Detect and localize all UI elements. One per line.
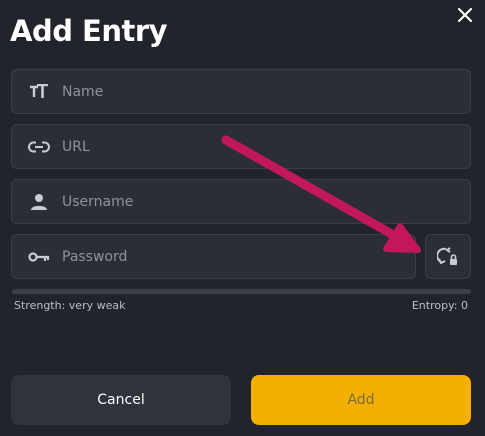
password-generate-icon (437, 246, 457, 265)
dialog-title: Add Entry (10, 14, 168, 48)
name-field[interactable] (11, 69, 471, 114)
text-format-icon (28, 81, 50, 103)
username-field[interactable] (11, 179, 471, 224)
close-button[interactable] (455, 5, 475, 25)
url-input[interactable] (62, 125, 470, 168)
url-field[interactable] (11, 124, 471, 169)
person-icon (28, 191, 50, 213)
key-icon (28, 246, 50, 268)
password-input[interactable] (62, 235, 415, 278)
username-input[interactable] (62, 180, 470, 223)
add-button[interactable]: Add (251, 375, 471, 425)
close-icon (457, 7, 473, 23)
entropy-label: Entropy: 0 (411, 299, 468, 312)
strength-meter (12, 289, 471, 294)
generate-password-button[interactable] (425, 234, 471, 279)
cancel-button[interactable]: Cancel (11, 375, 231, 425)
link-icon (28, 136, 50, 158)
name-input[interactable] (62, 70, 470, 113)
password-field[interactable] (11, 234, 416, 279)
strength-label: Strength: very weak (14, 299, 126, 312)
